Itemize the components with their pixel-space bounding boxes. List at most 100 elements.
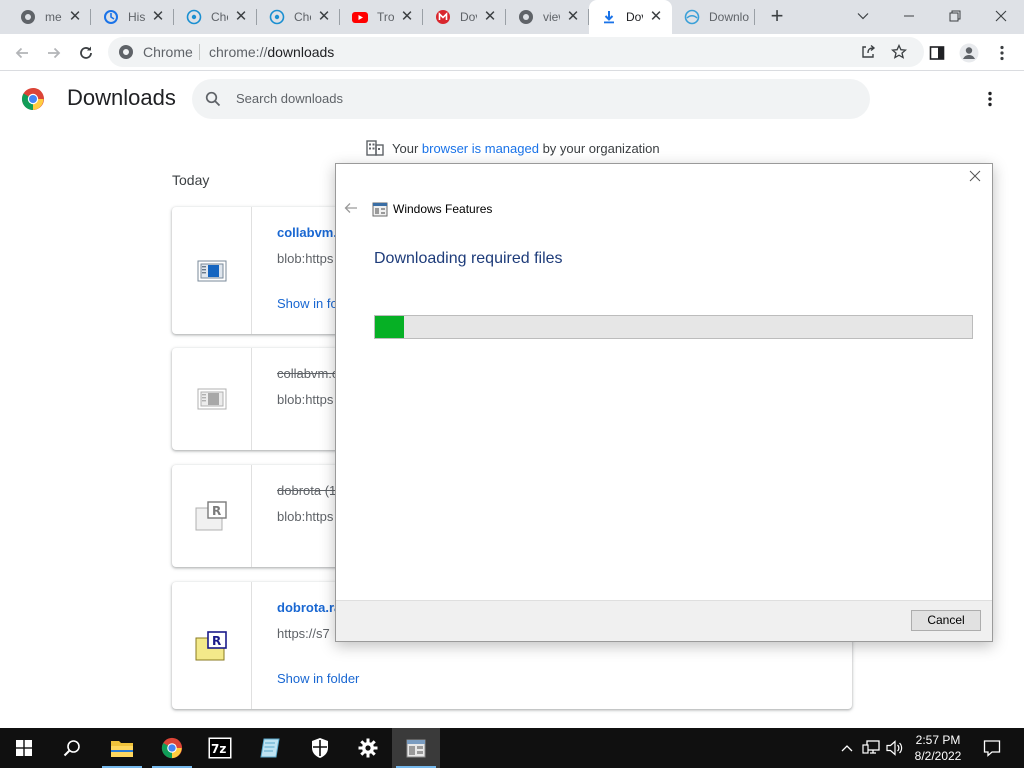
close-icon xyxy=(995,10,1007,22)
show-in-folder-link[interactable]: Show in folder xyxy=(277,671,359,686)
close-dialog-button[interactable] xyxy=(966,169,984,187)
chrome-icon xyxy=(20,9,36,25)
action-center-button[interactable] xyxy=(980,728,1004,768)
tab-youtube[interactable]: Troj ✕ xyxy=(340,0,423,34)
reload-button[interactable] xyxy=(74,41,98,65)
forward-button[interactable] xyxy=(42,41,66,65)
close-tab-icon[interactable]: ✕ xyxy=(150,9,166,25)
close-tab-icon[interactable]: ✕ xyxy=(565,9,581,25)
history-icon xyxy=(103,9,119,25)
tab-history[interactable]: Hist ✕ xyxy=(91,0,174,34)
taskbar-windows-features[interactable] xyxy=(392,728,440,768)
tab-search-button[interactable] xyxy=(841,0,885,32)
taskbar-chrome[interactable] xyxy=(148,728,196,768)
show-in-folder-link[interactable]: Show in fo xyxy=(277,296,338,311)
taskbar-7zip[interactable]: 7z xyxy=(196,728,244,768)
taskbar-settings[interactable] xyxy=(344,728,392,768)
settings-icon xyxy=(358,738,378,758)
archive-file-icon: R xyxy=(195,501,227,531)
date-heading: Today xyxy=(172,172,210,188)
profile-button[interactable] xyxy=(957,41,981,65)
close-window-button[interactable] xyxy=(979,0,1023,32)
more-vert-icon xyxy=(988,91,992,107)
file-explorer-icon xyxy=(111,741,133,757)
close-icon xyxy=(969,170,981,182)
network-button[interactable] xyxy=(860,728,882,768)
taskbar-search-button[interactable] xyxy=(48,728,96,768)
download-filename: dobrota (1 xyxy=(277,483,337,498)
share-button[interactable] xyxy=(856,40,880,64)
new-tab-button[interactable]: + xyxy=(765,5,789,29)
side-panel-button[interactable] xyxy=(925,41,949,65)
reload-icon xyxy=(80,46,92,59)
close-tab-icon[interactable]: ✕ xyxy=(648,9,664,25)
close-tab-icon[interactable]: ✕ xyxy=(399,9,415,25)
url-path: downloads xyxy=(267,44,335,60)
downloads-header: Downloads Search downloads xyxy=(0,71,1024,127)
taskbar: 7z 2:57 PM 8/2/2022 xyxy=(0,728,1024,768)
volume-button[interactable] xyxy=(884,728,906,768)
arrow-left-icon xyxy=(15,47,28,59)
taskbar-notepad[interactable] xyxy=(246,728,294,768)
clock-date: 8/2/2022 xyxy=(914,749,962,763)
file-icon-cell xyxy=(172,348,252,450)
downloads-menu-button[interactable] xyxy=(982,91,998,110)
download-url[interactable]: blob:https xyxy=(277,392,333,407)
file-icon xyxy=(197,388,226,410)
close-tab-icon[interactable]: ✕ xyxy=(67,9,83,25)
more-vert-icon xyxy=(1000,45,1004,61)
download-url[interactable]: blob:https xyxy=(277,251,333,266)
bookmark-button[interactable] xyxy=(887,40,911,64)
cancel-button[interactable]: Cancel xyxy=(911,610,981,631)
side-panel-icon xyxy=(929,46,945,60)
restore-button[interactable] xyxy=(933,0,977,32)
progress-fill xyxy=(375,316,404,338)
chrome-logo-icon xyxy=(21,88,44,111)
tab-downloads[interactable]: Dov ✕ xyxy=(589,0,672,34)
close-tab-icon[interactable]: ✕ xyxy=(482,9,498,25)
chrome-menu-button[interactable] xyxy=(990,41,1014,65)
back-button[interactable] xyxy=(10,41,34,65)
download-filename-link[interactable]: dobrota.ra xyxy=(277,600,341,615)
back-arrow-icon[interactable] xyxy=(344,201,358,218)
download-url[interactable]: blob:https xyxy=(277,509,333,524)
tab-view[interactable]: view ✕ xyxy=(506,0,589,34)
download-url[interactable]: https://s7 xyxy=(277,626,330,641)
youtube-icon xyxy=(352,9,368,25)
managed-prefix: Your xyxy=(392,140,422,156)
close-tab-icon[interactable]: ✕ xyxy=(316,9,332,25)
browser-managed-link[interactable]: browser is managed xyxy=(422,141,539,156)
tab-separator xyxy=(754,9,755,25)
tab-che-1[interactable]: Che ✕ xyxy=(174,0,257,34)
tab-mega[interactable]: Dov ✕ xyxy=(423,0,506,34)
building-icon xyxy=(366,140,384,156)
search-icon xyxy=(205,91,221,107)
minimize-button[interactable] xyxy=(887,0,931,32)
start-button[interactable] xyxy=(0,728,48,768)
chrome-icon xyxy=(161,737,183,759)
taskbar-clock[interactable]: 2:57 PM 8/2/2022 xyxy=(906,732,970,764)
share-icon xyxy=(862,44,876,58)
tab-che-2[interactable]: Che ✕ xyxy=(257,0,340,34)
taskbar-file-explorer[interactable] xyxy=(98,728,146,768)
search-downloads-input[interactable]: Search downloads xyxy=(192,79,870,119)
tab-me[interactable]: me ✕ xyxy=(8,0,91,34)
tab-label: view xyxy=(543,10,560,24)
show-hidden-icons-button[interactable] xyxy=(838,728,856,768)
tab-label: Dov xyxy=(460,10,477,24)
search-placeholder: Search downloads xyxy=(236,91,343,106)
close-tab-icon[interactable]: ✕ xyxy=(233,9,249,25)
tab-downlo[interactable]: Downlo xyxy=(672,0,755,34)
address-bar[interactable]: Chrome chrome://downloads xyxy=(108,37,924,67)
tab-label: Dov xyxy=(626,10,643,24)
windows-features-dialog: Windows Features Downloading required fi… xyxy=(335,163,993,642)
download-icon xyxy=(601,9,617,25)
site-info[interactable]: Chrome xyxy=(118,44,193,60)
windows-features-icon xyxy=(406,739,426,758)
tab-label: Downlo xyxy=(709,10,749,24)
chevron-up-icon xyxy=(841,745,853,752)
taskbar-windows-security[interactable] xyxy=(296,728,344,768)
tab-label: Troj xyxy=(377,10,394,24)
tab-label: Hist xyxy=(128,10,145,24)
site-label: Chrome xyxy=(143,44,193,60)
